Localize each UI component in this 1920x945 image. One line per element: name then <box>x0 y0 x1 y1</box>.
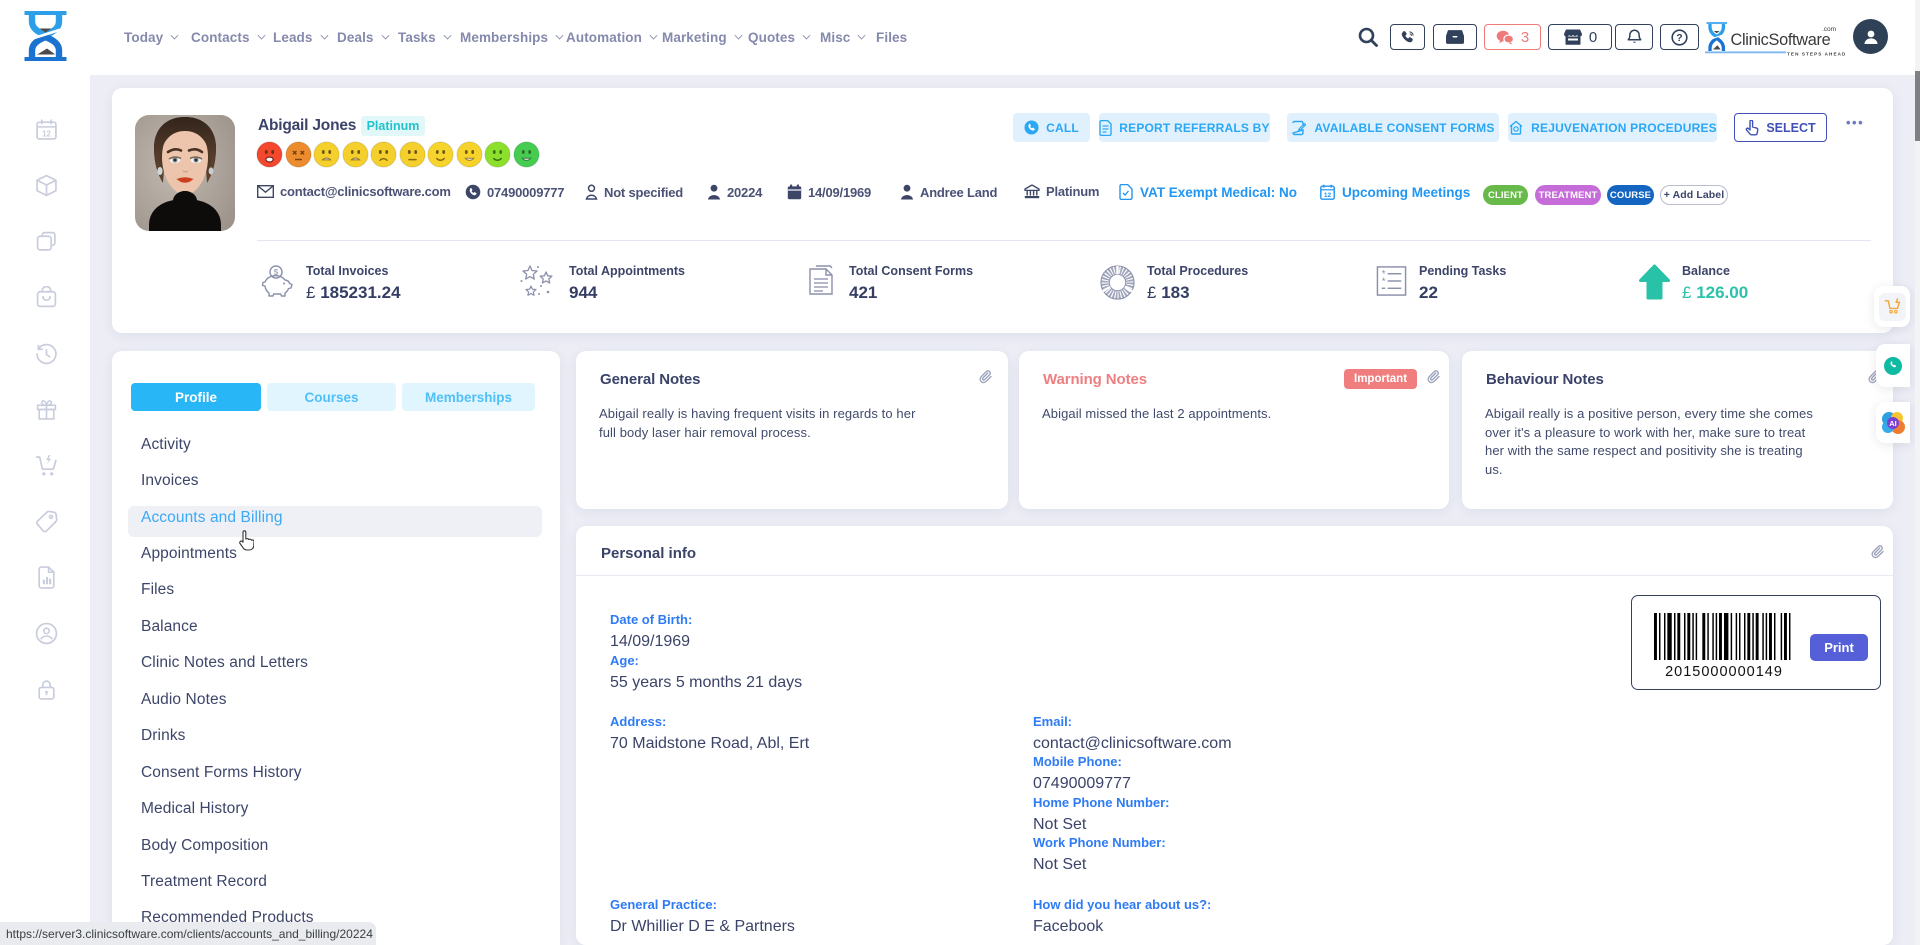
svg-text:12: 12 <box>1324 192 1332 199</box>
svg-text:*: * <box>1382 276 1386 287</box>
svg-text:12: 12 <box>42 129 51 138</box>
svg-text:TEN STEPS AHEAD: TEN STEPS AHEAD <box>1787 52 1845 57</box>
svg-text:?: ? <box>1676 32 1682 44</box>
svg-text:.com: .com <box>1822 26 1836 33</box>
svg-text:ClinicSoftware: ClinicSoftware <box>1731 31 1831 49</box>
svg-text:AI: AI <box>1889 418 1897 427</box>
